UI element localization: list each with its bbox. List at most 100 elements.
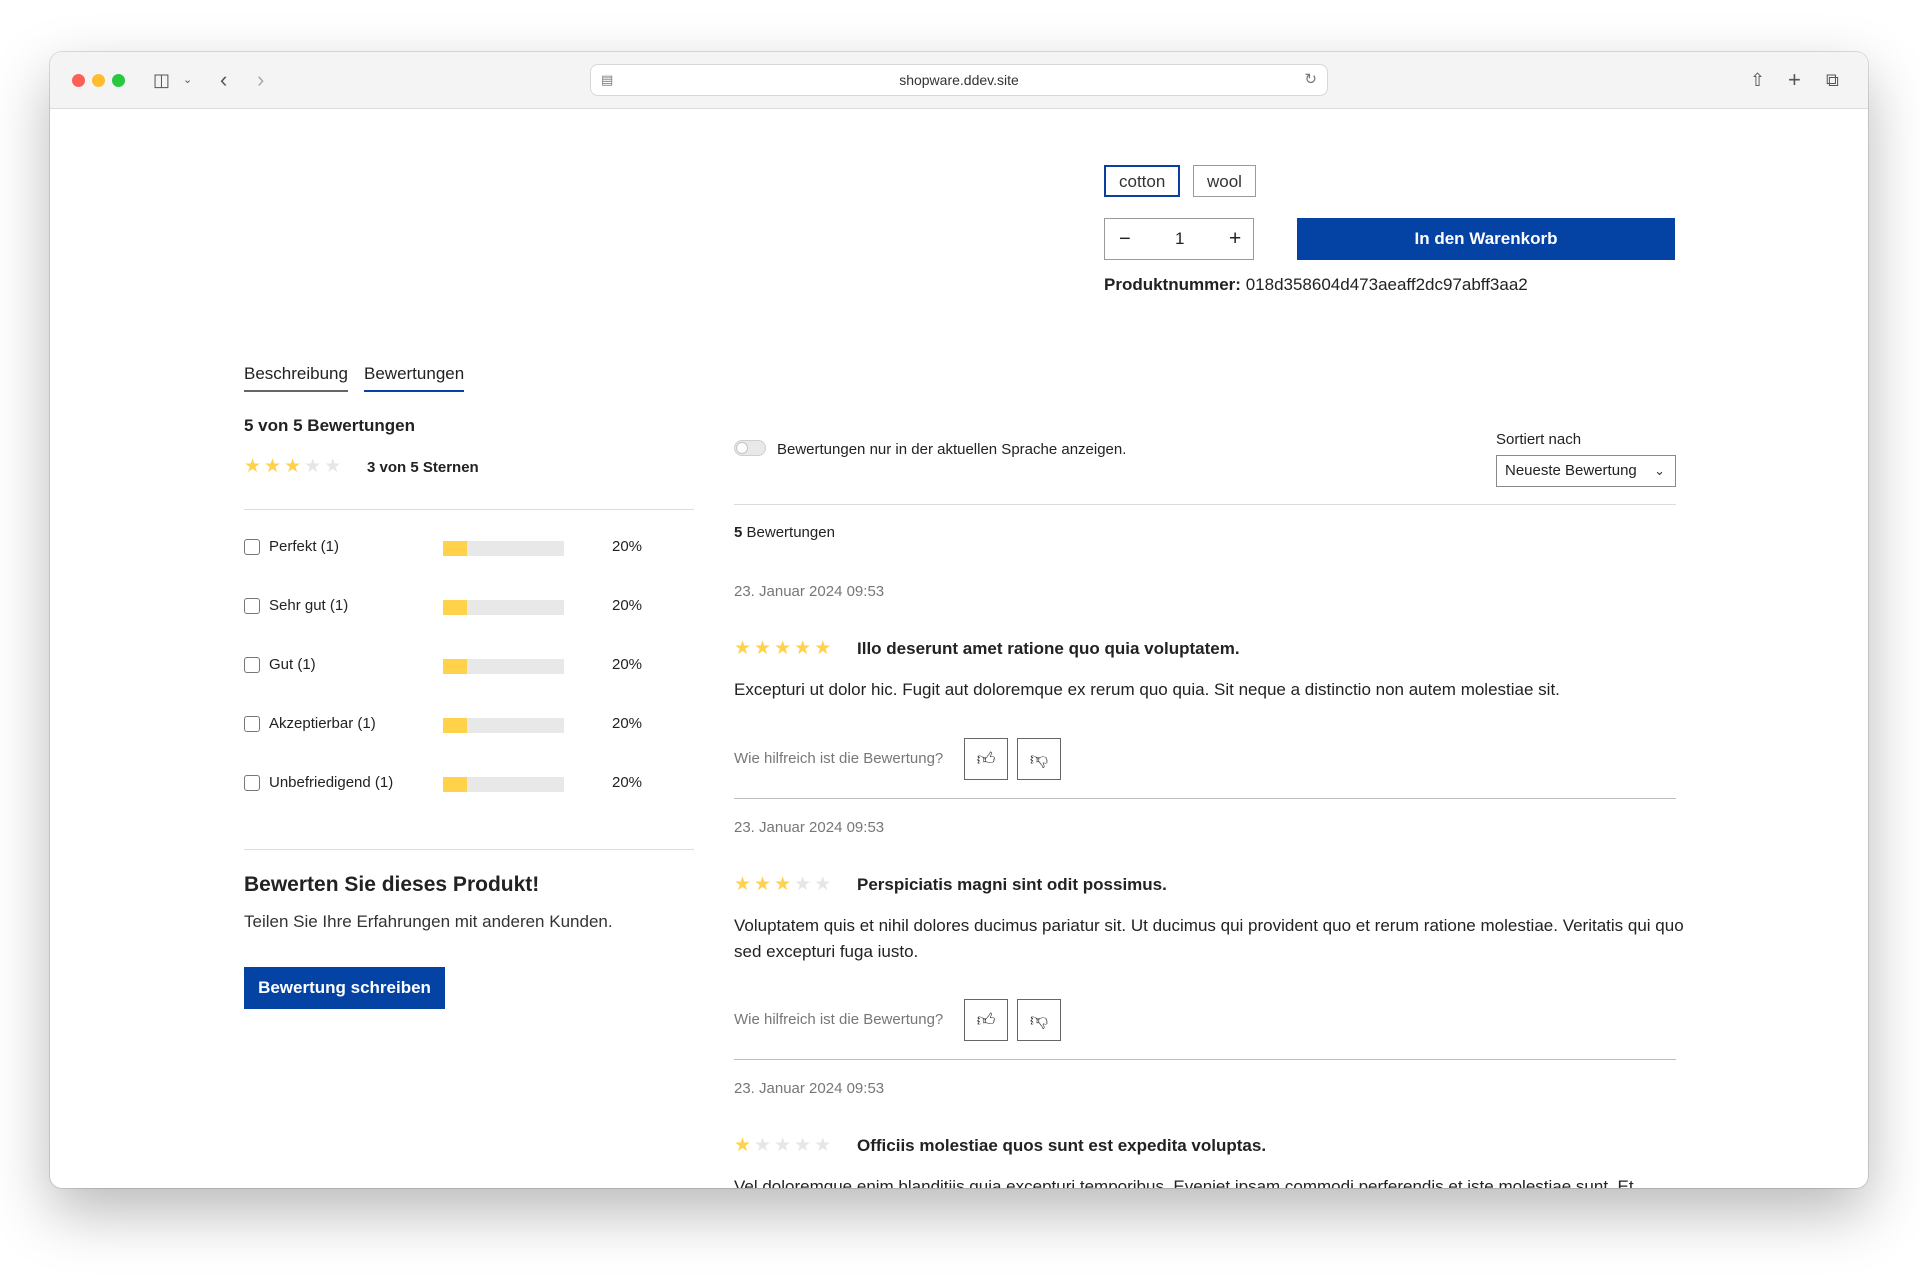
sort-label: Sortiert nach — [1496, 431, 1582, 448]
filter-row[interactable]: Akzeptierbar (1) 20% — [244, 714, 644, 736]
language-filter-toggle[interactable] — [734, 440, 766, 456]
add-to-cart-button[interactable]: In den Warenkorb — [1297, 218, 1675, 260]
filter-row[interactable]: Sehr gut (1) 20% — [244, 596, 644, 618]
filter-percent: 20% — [612, 597, 643, 614]
star-filled-icon: ★ — [244, 456, 262, 477]
filter-percent: 20% — [612, 715, 643, 732]
review-title: Officiis molestiae quos sunt est expedit… — [857, 1136, 1267, 1155]
rating-bar-fill — [443, 600, 468, 615]
star-empty-icon: ★ — [304, 456, 322, 477]
thumbs-down-button[interactable]: 👎︎ — [1017, 738, 1061, 780]
forward-icon[interactable]: › — [257, 69, 264, 91]
rating-bar-fill — [443, 777, 468, 792]
review-date: 23. Januar 2024 09:53 — [734, 1080, 885, 1097]
page-icon: ▤ — [601, 72, 614, 87]
helpful-label: Wie hilfreich ist die Bewertung? — [734, 1011, 944, 1028]
divider — [244, 509, 694, 510]
filter-checkbox[interactable] — [244, 716, 260, 732]
filter-checkbox[interactable] — [244, 539, 260, 555]
qty-plus-button[interactable]: + — [1229, 219, 1241, 259]
star-empty-icon: ★ — [814, 1135, 832, 1156]
filter-label: Akzeptierbar (1) — [269, 715, 376, 732]
rating-bar-fill — [443, 718, 468, 733]
review-count-label: Bewertungen — [742, 524, 835, 541]
star-empty-icon: ★ — [814, 874, 832, 895]
divider — [734, 798, 1676, 799]
qty-minus-button[interactable]: − — [1119, 219, 1131, 259]
review-title: Illo deserunt amet ratione quo quia volu… — [857, 639, 1240, 658]
browser-titlebar: ◫ ⌄ ‹ › ▤ shopware.ddev.site ↻ ⇧ + ⧉ — [50, 52, 1868, 109]
star-filled-icon: ★ — [814, 638, 832, 659]
filter-label: Perfekt (1) — [269, 538, 340, 555]
quantity-stepper: − 1 + — [1104, 218, 1254, 260]
share-icon[interactable]: ⇧ — [1750, 69, 1765, 91]
filter-checkbox[interactable] — [244, 598, 260, 614]
filter-percent: 20% — [612, 538, 643, 555]
star-empty-icon: ★ — [794, 1135, 812, 1156]
star-filled-icon: ★ — [264, 456, 282, 477]
review-body: Voluptatem quis et nihil dolores ducimus… — [734, 916, 1684, 961]
review-stars: ★ ★ ★ ★ ★ — [734, 639, 834, 659]
star-filled-icon: ★ — [734, 1135, 752, 1156]
filter-percent: 20% — [612, 774, 643, 791]
helpful-label: Wie hilfreich ist die Bewertung? — [734, 750, 944, 767]
filter-row[interactable]: Perfekt (1) 20% — [244, 537, 644, 559]
page-content: cotton wool − 1 + In den Warenkorb Produ… — [50, 109, 1868, 1188]
reload-icon[interactable]: ↻ — [1304, 65, 1317, 95]
filter-row[interactable]: Gut (1) 20% — [244, 655, 644, 677]
new-tab-icon[interactable]: + — [1788, 69, 1801, 91]
review-body: Excepturi ut dolor hic. Fugit aut dolore… — [734, 680, 1560, 699]
url-text: shopware.ddev.site — [899, 72, 1019, 88]
option-wool[interactable]: wool — [1193, 165, 1256, 197]
star-filled-icon: ★ — [794, 638, 812, 659]
filter-percent: 20% — [612, 656, 643, 673]
star-filled-icon: ★ — [754, 874, 772, 895]
back-icon[interactable]: ‹ — [220, 69, 227, 91]
rating-bar — [443, 718, 564, 733]
star-filled-icon: ★ — [774, 638, 792, 659]
thumbs-up-icon: 👍︎ — [976, 1010, 996, 1030]
write-review-text: Teilen Sie Ihre Erfahrungen mit anderen … — [244, 912, 613, 931]
minimize-window-button[interactable] — [92, 74, 105, 87]
review-date: 23. Januar 2024 09:53 — [734, 583, 885, 600]
thumbs-up-button[interactable]: 👍︎ — [964, 738, 1008, 780]
address-bar[interactable]: ▤ shopware.ddev.site ↻ — [590, 64, 1328, 96]
rating-bar — [443, 659, 564, 674]
option-cotton[interactable]: cotton — [1104, 165, 1181, 197]
review-count: 5 Bewertungen — [734, 524, 835, 541]
qty-value[interactable]: 1 — [1175, 219, 1184, 259]
filter-row[interactable]: Unbefriedigend (1) 20% — [244, 773, 644, 795]
rating-bar — [443, 541, 564, 556]
sort-select[interactable]: Neueste Bewertung ⌄ — [1496, 455, 1676, 487]
thumbs-down-button[interactable]: 👎︎ — [1017, 999, 1061, 1041]
tabs-overview-icon[interactable]: ⧉ — [1826, 69, 1839, 91]
tab-reviews[interactable]: Bewertungen — [364, 364, 465, 392]
review-date: 23. Januar 2024 09:53 — [734, 819, 885, 836]
thumbs-down-icon: 👎︎ — [1029, 749, 1049, 769]
chevron-down-icon[interactable]: ⌄ — [183, 69, 192, 91]
tab-description[interactable]: Beschreibung — [244, 364, 348, 392]
product-number-value: 018d358604d473aeaff2dc97abff3aa2 — [1245, 275, 1528, 294]
chevron-down-icon: ⌄ — [1654, 463, 1665, 478]
thumbs-up-button[interactable]: 👍︎ — [964, 999, 1008, 1041]
review-body: Vel doloremque enim blanditiis quia exce… — [734, 1177, 1634, 1188]
star-empty-icon: ★ — [774, 1135, 792, 1156]
rating-bar — [443, 777, 564, 792]
star-filled-icon: ★ — [284, 456, 302, 477]
product-number: Produktnummer: 018d358604d473aeaff2dc97a… — [1104, 275, 1528, 295]
star-filled-icon: ★ — [754, 638, 772, 659]
maximize-window-button[interactable] — [112, 74, 125, 87]
filter-checkbox[interactable] — [244, 775, 260, 791]
filter-checkbox[interactable] — [244, 657, 260, 673]
star-empty-icon: ★ — [324, 456, 342, 477]
thumbs-down-icon: 👎︎ — [1029, 1010, 1049, 1030]
sidebar-toggle-icon[interactable]: ◫ — [153, 69, 170, 91]
divider — [734, 504, 1676, 505]
rating-bar-fill — [443, 659, 468, 674]
close-window-button[interactable] — [72, 74, 85, 87]
write-review-button[interactable]: Bewertung schreiben — [244, 967, 445, 1009]
filter-label: Unbefriedigend (1) — [269, 774, 394, 791]
browser-window: ◫ ⌄ ‹ › ▤ shopware.ddev.site ↻ ⇧ + ⧉ cot… — [50, 52, 1868, 1188]
sort-value: Neueste Bewertung — [1505, 462, 1637, 479]
thumbs-up-icon: 👍︎ — [976, 749, 996, 769]
